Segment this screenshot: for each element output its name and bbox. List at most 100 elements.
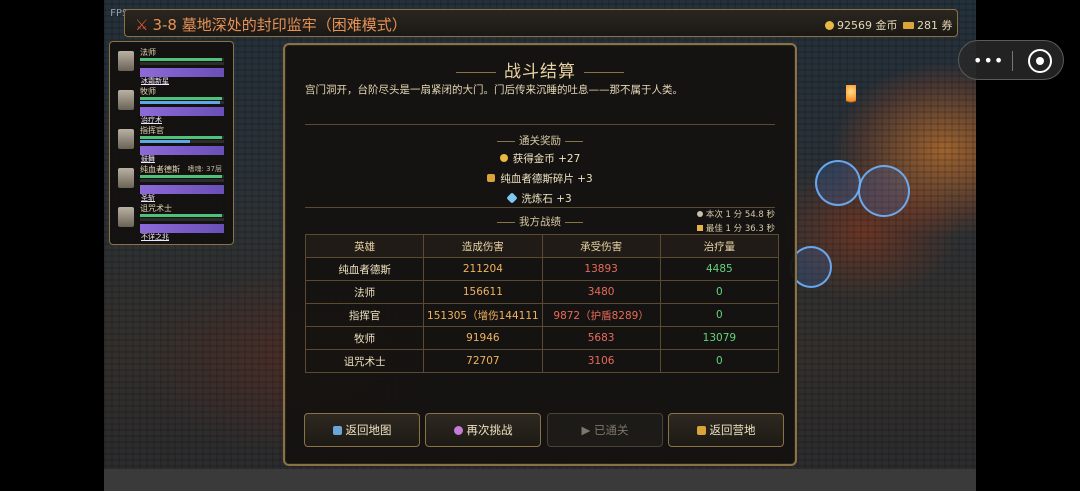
divider [305,124,775,125]
mp-bar [140,62,224,65]
ticket-icon [903,22,914,29]
hero-name: 牧师 [140,87,156,96]
damage-taken-cell: 5683 [541,326,661,350]
hero-name: 诅咒术士 [140,204,172,213]
gold-amount: 92569 金币 [837,19,898,32]
hero-cell: 牧师 [304,326,425,350]
back-to-camp-button[interactable]: 返回营地 [668,413,784,447]
hero-cell: 纯血者德斯 [304,257,425,281]
table-row: 法师 156611 3480 0 [304,280,780,304]
skill-bar[interactable]: 圣斩 [140,185,224,202]
reward-label: 洗炼石 +3 [521,193,572,205]
damage-dealt-cell: 211204 [423,257,543,281]
gold-coin-icon [499,154,508,162]
back-to-map-button[interactable]: 返回地图 [304,413,420,447]
skill-name: 鼓舞 [141,155,155,163]
party-member[interactable]: 纯血者德斯 嗜魂: 37层 圣斩 [116,164,228,202]
hp-bar [140,214,224,217]
hero-cell: 诅咒术士 [304,349,425,373]
damage-taken-cell: 9872（护盾8289） [541,303,661,327]
skill-bar[interactable]: 鼓舞 [140,146,224,163]
current-time: 本次 1 分 54.8 秒 [696,208,775,222]
more-menu-icon[interactable]: ••• [973,51,1004,70]
reward-item: 纯血者德斯碎片 +3 [285,171,795,186]
reward-item: 获得金币 +27 [285,151,795,166]
hero-avatar [118,129,134,149]
damage-taken-cell: 3480 [541,280,661,304]
rewards-header: 通关奖励 [285,133,795,148]
hp-bar [140,58,224,61]
hero-name: 指挥官 [140,126,164,135]
cleared-button[interactable]: ▶ 已通关 [547,413,663,447]
healing-cell: 0 [659,349,780,373]
clear-times: 本次 1 分 54.8 秒 最佳 1 分 36.3 秒 [696,208,775,236]
hero-name: 纯血者德斯 [140,165,180,174]
table-row: 指挥官 151305（增伤144111 9872（护盾8289） 0 [304,303,780,327]
battle-settlement-dialog: 战斗结算 宫门洞开，台阶尽头是一扇紧闭的大门。门后传来沉睡的吐息——那不属于人类… [283,43,797,466]
damage-dealt-cell: 156611 [423,280,543,304]
retry-button[interactable]: 再次挑战 [425,413,541,447]
skill-bar[interactable]: 治疗术 [140,107,224,124]
party-member[interactable]: 法师 冰霜新星 [116,47,228,85]
mp-bar [140,179,224,182]
mp-bar [140,101,224,104]
stage-title-text: 3-8 墓地深处的封印监牢（困难模式） [152,16,407,34]
healing-cell: 13079 [659,326,780,350]
lock-icon [487,174,496,182]
close-target-icon[interactable] [1028,49,1052,73]
hero-avatar [118,90,134,110]
miniprogram-capsule: ••• [958,40,1064,80]
hero-cell: 指挥官 [304,303,425,327]
ticket-amount: 281 券 [917,19,953,32]
party-member[interactable]: 牧师 治疗术 [116,86,228,124]
damage-dealt-cell: 91946 [423,326,543,350]
table-row: 纯血者德斯 211204 13893 4485 [304,257,780,281]
ally-unit-marker [815,160,861,206]
top-bar: ⚔ 3-8 墓地深处的封印监牢（困难模式） 92569 金币 281 券 [124,9,958,37]
table-header-row: 英雄 造成伤害 承受伤害 治疗量 [304,234,780,258]
skill-name: 冰霜新星 [141,77,169,85]
skill-bar[interactable]: 冰霜新星 [140,68,224,85]
clock-icon [696,211,703,217]
skill-name: 治疗术 [141,116,162,124]
gem-icon [506,192,518,204]
hp-bar [140,175,224,178]
story-text: 宫门洞开，台阶尽头是一扇紧闭的大门。门后传来沉睡的吐息——那不属于人类。 [305,84,683,96]
table-row: 牧师 91946 5683 13079 [304,326,780,350]
healing-cell: 4485 [659,257,780,281]
column-header: 承受伤害 [541,234,661,258]
skill-bar[interactable]: 不详之兆 [140,224,224,241]
dialog-title: 战斗结算 [285,57,795,82]
damage-dealt-cell: 72707 [423,349,543,373]
torch-decoration [846,85,856,107]
healing-cell: 0 [659,280,780,304]
reward-item: 洗炼石 +3 [285,191,795,206]
column-header: 治疗量 [659,234,780,258]
soul-stack-count: 嗜魂: 37层 [187,165,223,173]
trophy-icon [696,225,703,231]
column-header: 造成伤害 [423,234,543,258]
mp-bar [140,140,224,143]
hp-bar [140,97,224,100]
ticket-counter: 281 券 [903,17,953,33]
ally-unit-marker [858,165,910,217]
damage-dealt-cell: 151305（增伤144111 [423,303,543,327]
damage-taken-cell: 13893 [541,257,661,281]
hero-cell: 法师 [304,280,425,304]
battle-stats-table: 英雄 造成伤害 承受伤害 治疗量 纯血者德斯 211204 13893 4485… [304,234,780,373]
hero-avatar [118,168,134,188]
capsule-divider [1012,51,1013,71]
healing-cell: 0 [659,303,780,327]
stage-title: ⚔ 3-8 墓地深处的封印监牢（困难模式） [135,14,407,35]
party-member[interactable]: 诅咒术士 不详之兆 [116,203,228,241]
hp-bar [140,136,224,139]
column-header: 英雄 [304,234,425,258]
party-member[interactable]: 指挥官 鼓舞 [116,125,228,163]
map-icon [332,426,342,435]
camp-icon [696,426,706,435]
skill-name: 不详之兆 [141,233,169,241]
reward-label: 获得金币 +27 [512,153,581,165]
damage-taken-cell: 3106 [541,349,661,373]
hero-avatar [118,207,134,227]
reward-label: 纯血者德斯碎片 +3 [500,173,593,185]
